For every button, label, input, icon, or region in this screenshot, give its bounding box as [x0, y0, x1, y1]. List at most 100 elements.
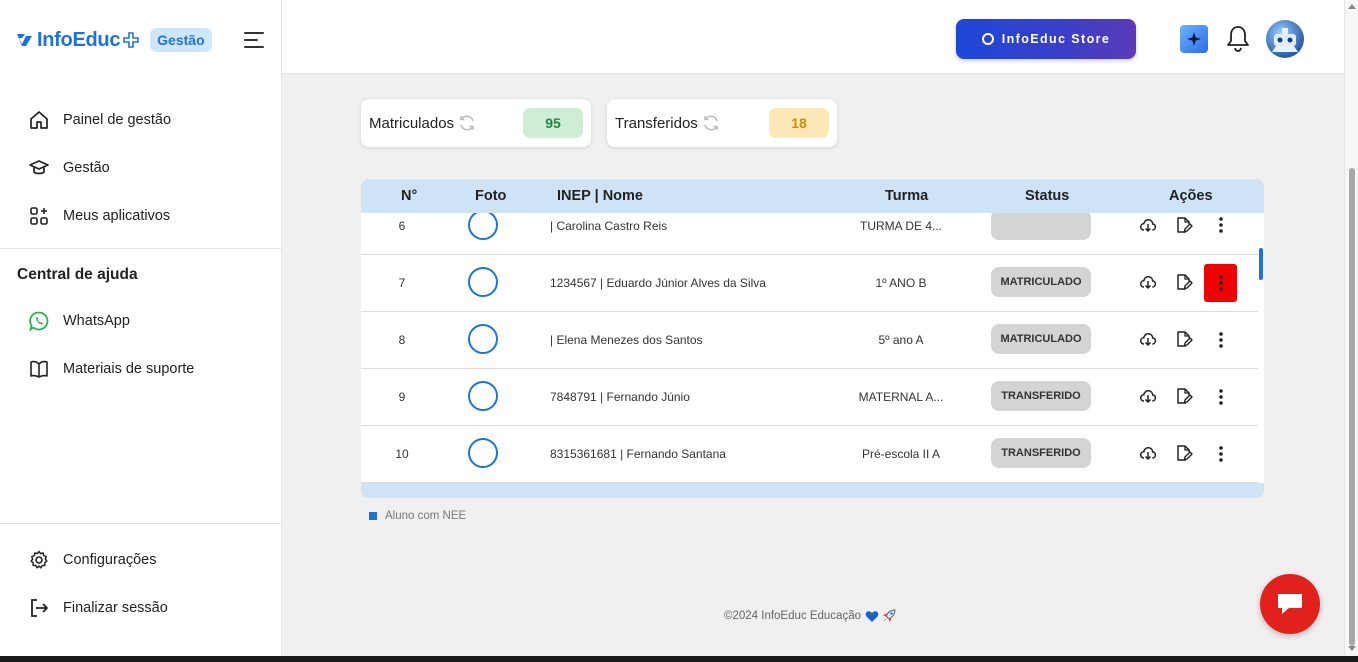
student-photo: [468, 267, 498, 297]
download-button[interactable]: [1138, 215, 1158, 235]
menu-toggle-button[interactable]: [244, 30, 266, 50]
chat-button[interactable]: [1260, 574, 1320, 634]
more-options-button[interactable]: [1204, 378, 1237, 416]
header-name: INEP | Nome: [557, 188, 643, 204]
gear-icon: [28, 549, 50, 571]
sidebar-item-logout[interactable]: Finalizar sessão: [28, 595, 168, 621]
cell-no: 7: [398, 276, 406, 290]
table-row: 9 7848791 | Fernando Júnio MATERNAL A...…: [361, 369, 1258, 426]
cloud-download-icon: [1140, 219, 1157, 233]
cell-no: 6: [398, 219, 406, 233]
help-section-title: Central de ajuda: [17, 266, 138, 283]
nee-legend-swatch: [369, 512, 377, 520]
page-scrollbar[interactable]: [1344, 0, 1358, 656]
more-options-button[interactable]: [1204, 435, 1237, 473]
cell-name: | Carolina Castro Reis: [550, 219, 668, 233]
student-photo: [468, 324, 498, 354]
status-badge: MATRICULADO: [991, 267, 1091, 297]
status-badge: [991, 213, 1091, 240]
stat-card-enrolled: Matriculados 95: [361, 99, 591, 147]
store-button-label: InfoEduc Store: [1001, 32, 1111, 46]
stat-label: Matriculados: [369, 114, 455, 132]
apps-grid-icon: [28, 205, 50, 227]
table-scrollbar-thumb[interactable]: [1259, 248, 1263, 280]
cell-class: Pré-escola II A: [861, 447, 941, 461]
sidebar-item-painel[interactable]: Painel de gestão: [28, 107, 171, 133]
sidebar-item-aplicativos[interactable]: Meus aplicativos: [28, 203, 170, 229]
table-header: N° Foto INEP | Nome Turma Status Ações: [361, 179, 1264, 213]
stat-card-transferred: Transferidos 18: [607, 99, 837, 147]
download-button[interactable]: [1138, 443, 1158, 463]
cloud-download-icon: [1140, 390, 1157, 404]
book-icon: [28, 358, 50, 380]
sidebar-item-gestao[interactable]: Gestão: [28, 155, 110, 181]
table-body[interactable]: 6 | Carolina Castro Reis TURMA DE 4... 7…: [361, 213, 1258, 483]
edit-document-button[interactable]: [1174, 272, 1194, 292]
sidebar-item-whatsapp[interactable]: WhatsApp: [28, 308, 130, 334]
edit-document-icon: [1177, 445, 1193, 461]
whatsapp-icon: [28, 310, 50, 332]
sidebar-item-configuracoes[interactable]: Configurações: [28, 547, 157, 573]
infoeduc-store-button[interactable]: InfoEduc Store: [956, 19, 1136, 59]
sidebar-item-label: Meus aplicativos: [63, 208, 171, 224]
topbar: InfoEduc Store: [282, 0, 1344, 74]
refresh-icon[interactable]: [702, 114, 720, 132]
student-photo: [468, 213, 498, 240]
more-options-button[interactable]: [1204, 264, 1237, 302]
sidebar-divider: [0, 523, 281, 524]
table-row: 7 1234567 | Eduardo Júnior Alves da Silv…: [361, 255, 1258, 312]
cell-no: 9: [398, 390, 406, 404]
header-actions: Ações: [1169, 188, 1213, 204]
sidebar-item-label: Painel de gestão: [63, 112, 172, 128]
table-scrollbar[interactable]: [1258, 213, 1264, 483]
footer: ©2024 InfoEduc Educação: [724, 608, 897, 624]
edit-document-icon: [1177, 331, 1193, 347]
header-no: N°: [401, 188, 418, 204]
student-photo: [468, 438, 498, 468]
cell-name: 8315361681 | Fernando Santana: [550, 447, 726, 461]
header-status: Status: [1025, 188, 1070, 204]
download-button[interactable]: [1138, 329, 1158, 349]
cloud-download-icon: [1140, 276, 1157, 290]
stat-label: Transferidos: [615, 114, 698, 132]
edit-document-button[interactable]: [1174, 329, 1194, 349]
sidebar-item-label: Configurações: [63, 552, 157, 568]
page-scrollbar-thumb[interactable]: [1349, 168, 1355, 646]
download-button[interactable]: [1138, 386, 1158, 406]
logout-icon: [28, 597, 50, 619]
edit-document-button[interactable]: [1174, 215, 1194, 235]
infoeduc-logo-icon: [17, 34, 32, 46]
scroll-down-arrow-icon[interactable]: [1348, 646, 1356, 651]
header-photo: Foto: [475, 188, 507, 204]
notifications-button[interactable]: [1224, 24, 1252, 54]
sparkle-icon: [1187, 32, 1201, 46]
cell-class: 1º ANO B: [875, 276, 927, 290]
ai-sparkle-button[interactable]: [1180, 25, 1208, 53]
kebab-menu-icon: [1218, 217, 1223, 233]
edit-document-button[interactable]: [1174, 386, 1194, 406]
sidebar-item-materiais[interactable]: Materiais de suporte: [28, 356, 194, 382]
sidebar: InfoEduc Gestão Painel de gestão Gestão …: [0, 0, 282, 656]
plus-icon: [123, 32, 139, 48]
more-options-button[interactable]: [1204, 321, 1237, 359]
more-options-button[interactable]: [1204, 213, 1237, 244]
kebab-menu-icon: [1218, 446, 1223, 462]
edit-document-button[interactable]: [1174, 443, 1194, 463]
brand[interactable]: InfoEduc Gestão: [16, 26, 212, 54]
sidebar-item-label: Materiais de suporte: [63, 361, 195, 377]
brand-name: InfoEduc: [37, 28, 121, 51]
cell-name: | Elena Menezes dos Santos: [550, 333, 703, 347]
user-avatar[interactable]: [1266, 20, 1304, 58]
cell-no: 10: [395, 447, 409, 461]
cell-class: MATERNAL A...: [858, 390, 944, 404]
cloud-download-icon: [1140, 447, 1157, 461]
scroll-up-arrow-icon[interactable]: [1348, 4, 1356, 9]
download-button[interactable]: [1138, 272, 1158, 292]
refresh-icon[interactable]: [458, 114, 476, 132]
cell-name: 7848791 | Fernando Júnio: [550, 390, 690, 404]
legend: Aluno com NEE: [369, 510, 466, 522]
sidebar-item-label: Finalizar sessão: [63, 600, 168, 616]
kebab-menu-icon: [1218, 389, 1223, 405]
footer-text: ©2024 InfoEduc Educação: [724, 610, 861, 622]
cell-class: 5º ano A: [878, 333, 924, 347]
